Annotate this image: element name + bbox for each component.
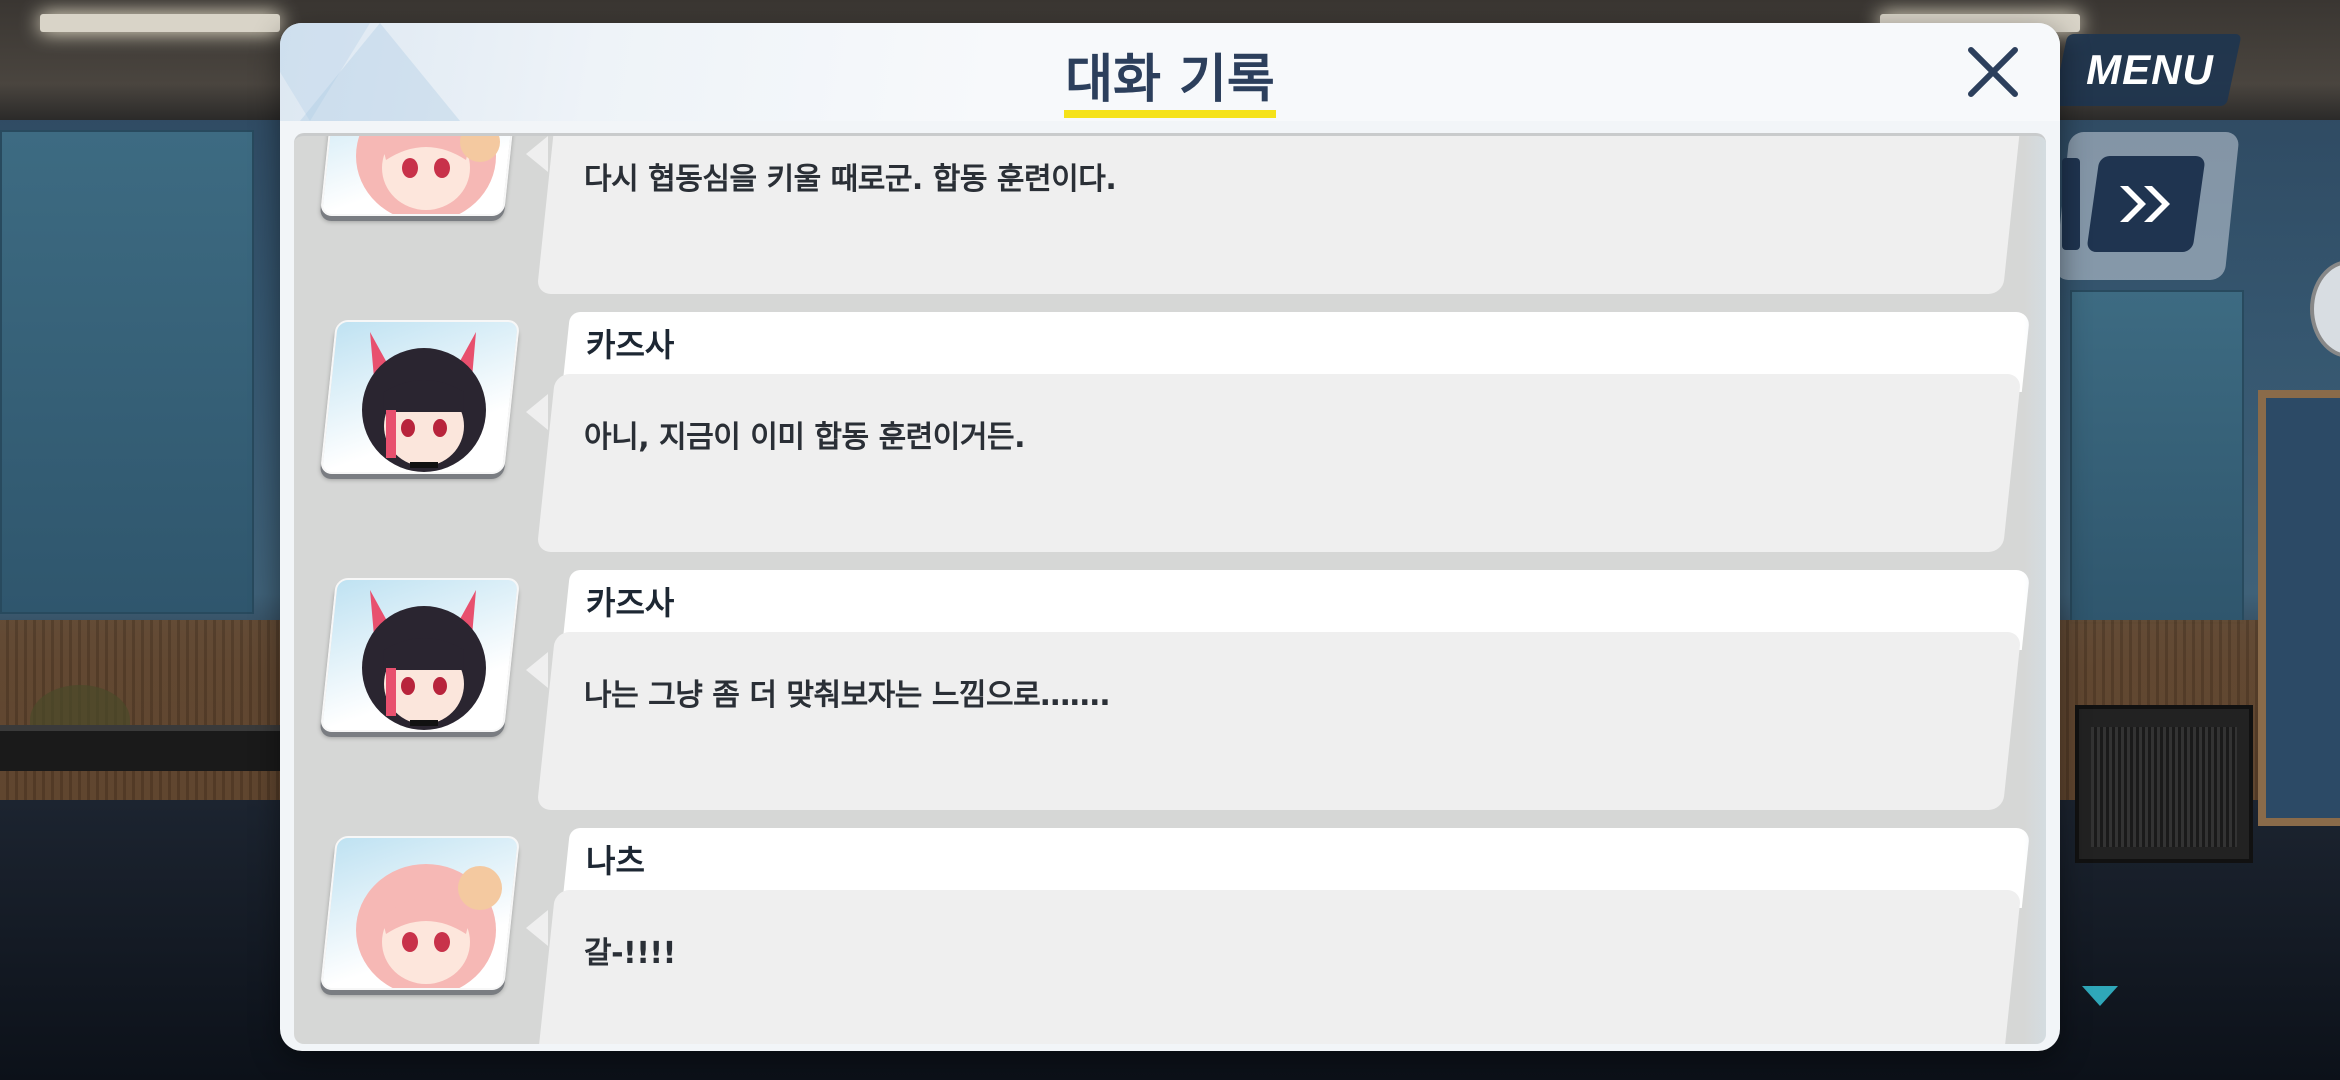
ceiling-light	[40, 14, 280, 32]
dialog-header: 대화 기록	[280, 23, 2060, 121]
door	[2258, 390, 2340, 826]
portrait-natsu	[319, 836, 521, 990]
keyboard-instrument	[0, 725, 290, 771]
menu-button[interactable]: MENU	[2070, 38, 2230, 102]
close-icon	[1968, 47, 2018, 97]
wall-panel	[2070, 290, 2244, 624]
message-text: 갈-!!!!	[584, 936, 676, 971]
list-item: 카즈사 나는 그냥 좀 더 맞춰보자는 느낌으로…….	[294, 570, 2046, 828]
message-text: 나는 그냥 좀 더 맞춰보자는 느낌으로…….	[584, 678, 1111, 713]
portrait-natsu	[319, 136, 521, 216]
bubble-tail	[526, 394, 548, 430]
portrait-kazusa	[319, 320, 521, 474]
message-text: 다시 협동심을 키울 때로군. 합동 훈련이다.	[584, 162, 1117, 197]
message-bubble	[536, 374, 2022, 552]
kazusa-portrait-image	[362, 590, 486, 730]
kazusa-portrait-image	[362, 332, 486, 472]
wall-panel	[0, 130, 254, 614]
list-item: 나츠 갈-!!!!	[294, 828, 2046, 1044]
bubble-tail	[526, 910, 548, 946]
close-button[interactable]	[1960, 39, 2026, 105]
bubble-tail	[526, 136, 548, 172]
title-underline	[1064, 110, 1276, 118]
speaker-name: 카즈사	[586, 584, 675, 622]
amplifier	[2075, 705, 2253, 863]
list-item: 카즈사 아니, 지금이 이미 합동 훈련이거든.	[294, 312, 2046, 570]
wall-clock	[2310, 260, 2340, 358]
message-bubble	[536, 890, 2022, 1044]
message-bubble	[536, 632, 2022, 810]
fast-forward-button[interactable]	[2086, 156, 2206, 252]
scroll-down-indicator-icon	[2082, 986, 2118, 1006]
bubble-tail	[526, 652, 548, 688]
chat-log-dialog: 대화 기록 다시 협동심을 키울 때로군. 합동 훈련이다. 카즈사 아니, 지…	[280, 23, 2060, 1051]
list-item: 다시 협동심을 키울 때로군. 합동 훈련이다.	[294, 133, 2046, 312]
speaker-name: 카즈사	[586, 326, 675, 364]
double-chevron-right-icon	[2120, 186, 2170, 222]
message-text: 아니, 지금이 이미 합동 훈련이거든.	[584, 420, 1025, 455]
chat-log-list[interactable]: 다시 협동심을 키울 때로군. 합동 훈련이다. 카즈사 아니, 지금이 이미 …	[294, 133, 2046, 1044]
auto-button[interactable]	[2062, 158, 2080, 250]
portrait-kazusa	[319, 578, 521, 732]
natsu-portrait-image	[356, 136, 500, 214]
natsu-portrait-image	[356, 864, 502, 988]
speaker-name: 나츠	[586, 842, 645, 880]
dialog-title: 대화 기록	[1065, 50, 1275, 110]
name-strip	[562, 133, 2030, 134]
